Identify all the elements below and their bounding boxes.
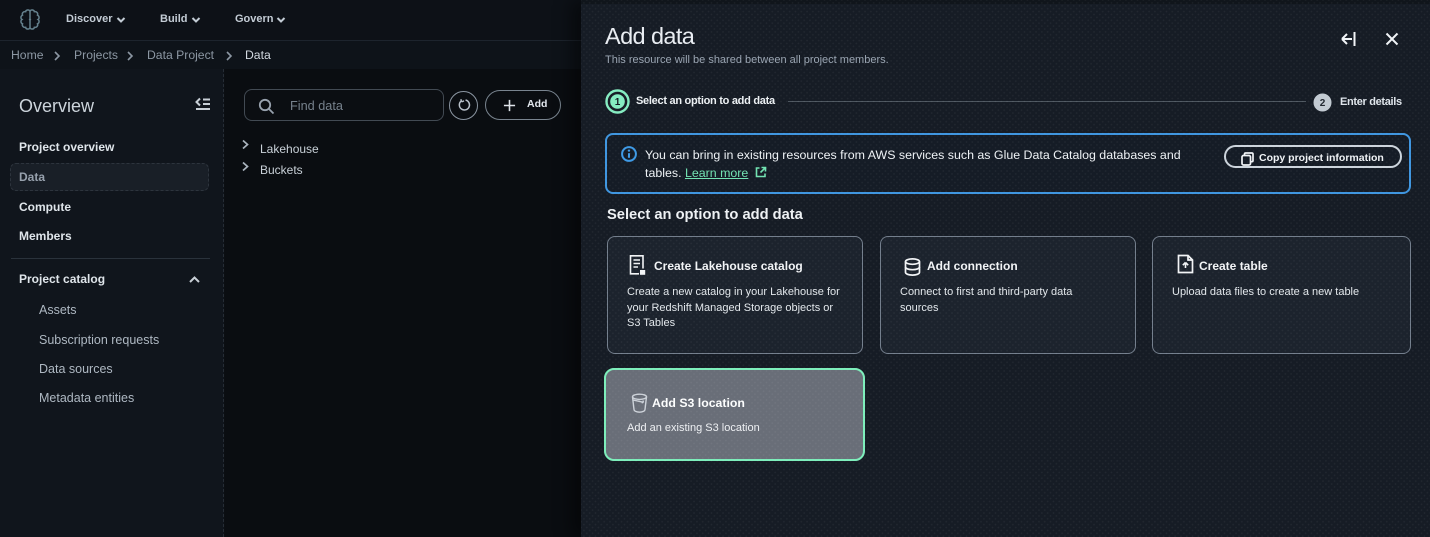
svg-text:2: 2 <box>1320 98 1326 109</box>
svg-text:1: 1 <box>615 97 621 108</box>
